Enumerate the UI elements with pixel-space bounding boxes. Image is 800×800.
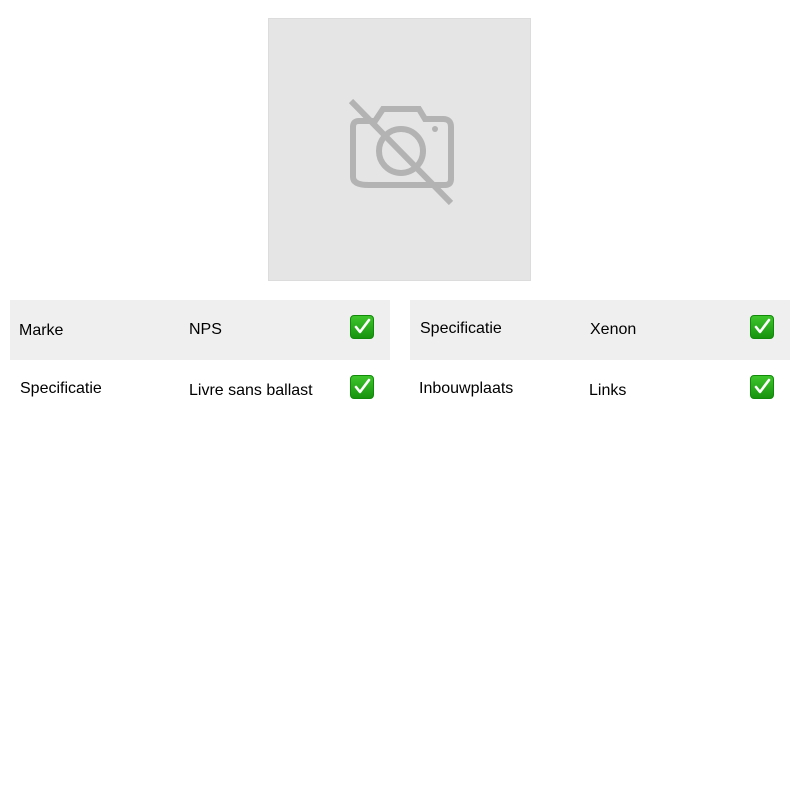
spec-value: Xenon [590, 321, 637, 338]
product-image-placeholder [268, 18, 531, 281]
spec-value: NPS [189, 321, 222, 338]
spec-label: Specificatie [420, 320, 502, 337]
spec-row: Specificatie Xenon [410, 300, 790, 360]
checkmark-icon [350, 375, 374, 399]
spec-table-right: Specificatie Xenon Inbouwplaats Links [410, 300, 790, 420]
camera-off-icon [348, 99, 454, 205]
spec-label: Inbouwplaats [419, 380, 514, 397]
spec-row: Inbouwplaats Links [410, 360, 790, 420]
spec-table-left: Marke NPS Specificatie Livre sans ballas… [10, 300, 390, 420]
spec-label: Specificatie [20, 380, 102, 397]
spec-label: Marke [19, 322, 64, 339]
spec-value: Links [589, 382, 627, 399]
spec-row: Marke NPS [10, 300, 390, 360]
checkmark-icon [350, 315, 374, 339]
checkmark-icon [750, 375, 774, 399]
checkmark-icon [750, 315, 774, 339]
spec-row: Specificatie Livre sans ballast [10, 360, 390, 420]
spec-value: Livre sans ballast [189, 382, 313, 399]
